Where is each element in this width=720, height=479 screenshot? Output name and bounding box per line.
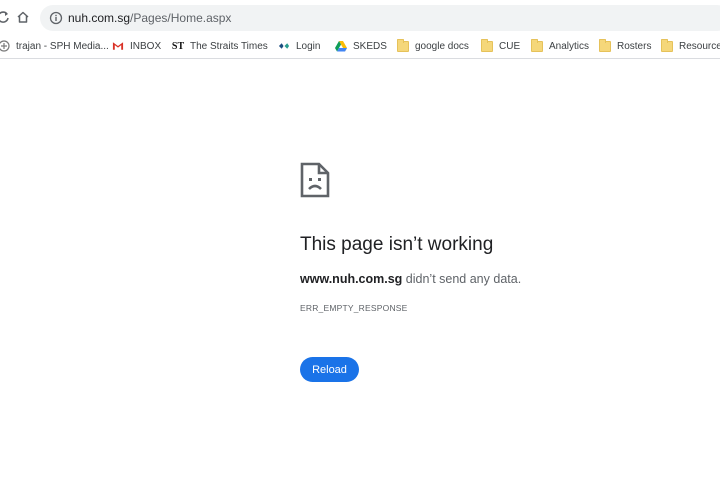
bookmark-straits-times[interactable]: ST The Straits Times [172, 38, 268, 54]
folder-icon [599, 38, 611, 52]
trajan-icon [0, 40, 10, 52]
url-text: nuh.com.sg/Pages/Home.aspx [68, 10, 231, 26]
bookmark-label: Resources [679, 40, 720, 52]
url-path: /Pages/Home.aspx [130, 11, 232, 25]
bookmark-trajan[interactable]: trajan - SPH Media... [0, 38, 109, 54]
bookmark-label: The Straits Times [190, 40, 268, 52]
bookmark-rosters[interactable]: Rosters [599, 38, 651, 54]
folder-icon [661, 38, 673, 52]
bookmark-resources[interactable]: Resources [661, 38, 720, 54]
straits-times-icon: ST [171, 40, 185, 52]
bookmark-skeds[interactable]: SKEDS [335, 38, 387, 54]
home-icon[interactable] [14, 8, 32, 26]
reload-button[interactable]: Reload [300, 357, 359, 382]
site-info-icon[interactable] [49, 11, 63, 25]
address-bar[interactable]: nuh.com.sg/Pages/Home.aspx [40, 5, 720, 31]
folder-icon [531, 38, 543, 52]
bookmark-label: INBOX [130, 40, 162, 52]
bookmark-label: Analytics [549, 40, 590, 52]
bookmark-cue[interactable]: CUE [481, 38, 520, 54]
bookmark-google-docs[interactable]: google docs [397, 38, 469, 54]
error-title: This page isn’t working [300, 234, 494, 255]
bookmark-analytics[interactable]: Analytics [531, 38, 589, 54]
url-host: nuh.com.sg [68, 11, 131, 25]
gmail-icon [112, 40, 124, 52]
bookmark-label: SKEDS [353, 40, 387, 52]
login-icon [278, 40, 290, 52]
google-drive-icon [335, 40, 347, 52]
error-message: didn’t send any data. [402, 272, 522, 286]
folder-icon [397, 38, 409, 52]
error-code: ERR_EMPTY_RESPONSE [300, 303, 408, 313]
error-description: www.nuh.com.sg didn’t send any data. [300, 271, 521, 287]
bookmark-inbox[interactable]: INBOX [112, 38, 161, 54]
bookmark-label: google docs [415, 40, 469, 52]
bookmark-label: Login [296, 40, 321, 52]
bookmark-label: Rosters [617, 40, 652, 52]
reload-page-icon[interactable] [0, 8, 12, 26]
bookmark-label: trajan - SPH Media... [16, 40, 109, 52]
error-host: www.nuh.com.sg [300, 272, 403, 286]
bookmark-login[interactable]: Login [278, 38, 320, 54]
browser-toolbar: nuh.com.sg/Pages/Home.aspx [0, 0, 720, 34]
sad-page-icon [300, 162, 330, 198]
folder-icon [481, 38, 493, 52]
bookmarks-bar: trajan - SPH Media... INBOX ST The Strai… [0, 34, 720, 59]
bookmark-label: CUE [499, 40, 521, 52]
